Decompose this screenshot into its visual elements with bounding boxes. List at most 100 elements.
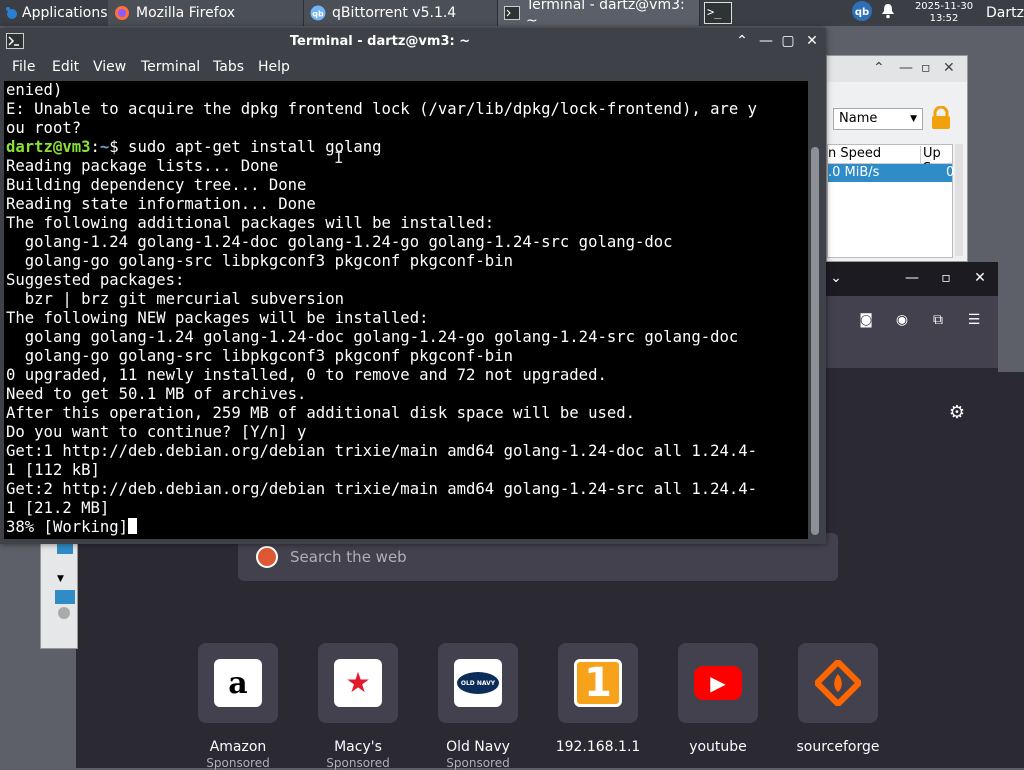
row-down-speed: .0 MiB/s: [828, 165, 880, 180]
terminal-line: golang-go golang-src libpkgconf3 pkgconf…: [6, 347, 513, 365]
tile-box: a: [198, 643, 278, 723]
tile-name: Amazon: [209, 739, 267, 755]
terminal-line: E: Unable to acquire the dpkg frontend l…: [6, 100, 758, 118]
clock[interactable]: 2025-11-30 13:52: [908, 0, 980, 26]
tile-name: sourceforge: [796, 739, 880, 755]
oldnavy-badge: OLD NAVY: [457, 672, 499, 694]
xfce-mouse-icon: [4, 5, 20, 21]
selection-block: [55, 590, 75, 604]
menu-view[interactable]: View: [93, 59, 126, 75]
sort-select[interactable]: Name ▼: [833, 108, 923, 130]
terminal-icon: [504, 5, 520, 21]
tile-box: ★: [318, 643, 398, 723]
terminal-launcher-icon: >_: [704, 2, 732, 24]
task-terminal[interactable]: Terminal - dartz@vm3: ~: [498, 0, 700, 29]
row-up-speed: 0: [946, 165, 955, 180]
minimize-icon[interactable]: —: [899, 60, 913, 76]
qbittorrent-window: ⌃ — ▫ ✕ Name ▼ n Speed Up Sp .0 MiB/s 0: [826, 55, 968, 262]
table-row[interactable]: .0 MiB/s 0: [828, 164, 955, 182]
close-icon[interactable]: ✕: [804, 33, 820, 49]
menu-tabs[interactable]: Tabs: [213, 59, 244, 75]
terminal-window: Terminal - dartz@vm3: ~ ⌃ — ▢ ✕ File Edi…: [0, 28, 826, 544]
firefox-window: ⌄ — ▫ ✕ ◙ ◉ ⧉ ☰: [826, 262, 998, 372]
tile-box: ▶: [678, 643, 758, 723]
sort-select-value: Name: [839, 111, 878, 126]
amazon-logo-icon: a: [214, 659, 262, 707]
clock-time: 13:52: [929, 13, 959, 24]
qbittorrent-tray[interactable]: qb: [851, 0, 877, 26]
menu-terminal[interactable]: Terminal: [141, 59, 200, 75]
restore-icon[interactable]: ▫: [938, 270, 954, 286]
terminal-line: Need to get 50.1 MB of archives.: [6, 385, 307, 403]
scrollbar-thumb[interactable]: [811, 147, 819, 535]
shortcut-youtube[interactable]: ▶ youtube: [678, 643, 758, 755]
shortcut-192-168-1-1[interactable]: 1 192.168.1.1: [556, 643, 640, 755]
col-down-speed[interactable]: n Speed: [828, 146, 881, 161]
task-qbittorrent-label: qBittorrent v5.1.4: [332, 5, 457, 21]
terminal-title: Terminal - dartz@vm3: ~: [289, 34, 471, 49]
hamburger-menu-icon[interactable]: ☰: [966, 312, 982, 328]
terminal-output[interactable]: enied) E: Unable to acquire the dpkg fro…: [4, 81, 808, 539]
maximize-up-icon[interactable]: ⌃: [873, 60, 885, 76]
youtube-logo-text: ▶: [710, 671, 726, 695]
text-cursor-icon: I: [334, 148, 344, 167]
oldnavy-logo-text: OLD NAVY: [460, 679, 496, 687]
minimize-icon[interactable]: —: [758, 33, 774, 49]
shade-up-icon[interactable]: ⌃: [734, 33, 750, 49]
notifications[interactable]: [881, 0, 899, 26]
tile-box: 1: [558, 643, 638, 723]
terminal-line: Get:1 http://deb.debian.org/debian trixi…: [6, 442, 758, 460]
extensions-icon[interactable]: ⧉: [930, 312, 946, 328]
menu-file[interactable]: File: [12, 59, 35, 75]
checkbox-icon: [57, 544, 73, 554]
prompt-sep: :: [90, 138, 100, 156]
clock-date: 2025-11-30: [914, 1, 974, 12]
shortcut-oldnavy[interactable]: OLD NAVY Old Navy Sponsored: [438, 643, 518, 770]
youtube-logo-icon: ▶: [694, 666, 742, 700]
sourceforge-logo-icon: [814, 659, 862, 707]
transfer-list[interactable]: n Speed Up Sp .0 MiB/s 0: [827, 144, 955, 258]
minimize-icon[interactable]: —: [904, 270, 920, 286]
terminal-last-line: 38% [Working]: [6, 518, 129, 536]
lock-icon[interactable]: [930, 105, 952, 130]
terminal-line: golang-go golang-src libpkgconf3 pkgconf…: [6, 252, 513, 270]
scrollbar[interactable]: [955, 144, 963, 256]
prompt-path: ~: [99, 138, 110, 156]
terminal-line: ou root?: [6, 119, 82, 137]
shortcut-amazon[interactable]: a Amazon Sponsored: [198, 643, 278, 770]
macys-logo-text: ★: [345, 666, 371, 699]
shortcut-macys[interactable]: ★ Macy's Sponsored: [318, 643, 398, 770]
terminal-line: After this operation, 259 MB of addition…: [6, 404, 636, 422]
terminal-line: Suggested packages:: [6, 271, 185, 289]
prompt-user: dartz@vm3: [6, 138, 91, 156]
user-menu[interactable]: Dartz: [986, 0, 1024, 26]
qbittorrent-tray-icon: qb: [851, 0, 873, 26]
tile-name: Old Navy: [446, 739, 510, 755]
launcher-terminal[interactable]: >_: [704, 0, 738, 26]
gear-icon[interactable]: ⚙: [946, 402, 968, 424]
account-icon[interactable]: ◉: [894, 312, 910, 328]
terminal-titlebar[interactable]: Terminal - dartz@vm3: ~ ⌃ — ▢ ✕: [0, 28, 826, 56]
terminal-line: Reading state information... Done: [6, 195, 316, 213]
tile-box: [798, 643, 878, 723]
task-firefox[interactable]: Mozilla Firefox: [108, 0, 304, 26]
firefox-tabbar: ⌄ — ▫ ✕: [826, 262, 998, 296]
shortcut-sourceforge[interactable]: sourceforge: [797, 643, 880, 755]
tile-name: youtube: [689, 739, 747, 755]
duckduckgo-icon: [256, 546, 278, 568]
terminal-line: The following NEW packages will be insta…: [6, 309, 429, 327]
terminal-line: bzr | brz git mercurial subversion: [6, 290, 344, 308]
task-terminal-label: Terminal - dartz@vm3: ~: [526, 0, 685, 29]
restore-icon[interactable]: ▫: [921, 60, 931, 76]
pocket-icon[interactable]: ◙: [858, 312, 874, 328]
maximize-icon[interactable]: ▢: [780, 33, 796, 49]
close-icon[interactable]: ✕: [943, 60, 955, 76]
task-qbittorrent[interactable]: qb qBittorrent v5.1.4: [304, 0, 498, 26]
list-all-tabs-icon[interactable]: ⌄: [828, 270, 844, 286]
menu-edit[interactable]: Edit: [52, 59, 79, 75]
close-icon[interactable]: ✕: [972, 270, 988, 286]
applications-menu[interactable]: Applications ☰: [0, 0, 120, 26]
svg-text:qb: qb: [855, 7, 869, 18]
terminal-scrollbar[interactable]: [809, 81, 822, 539]
menu-help[interactable]: Help: [258, 59, 290, 75]
